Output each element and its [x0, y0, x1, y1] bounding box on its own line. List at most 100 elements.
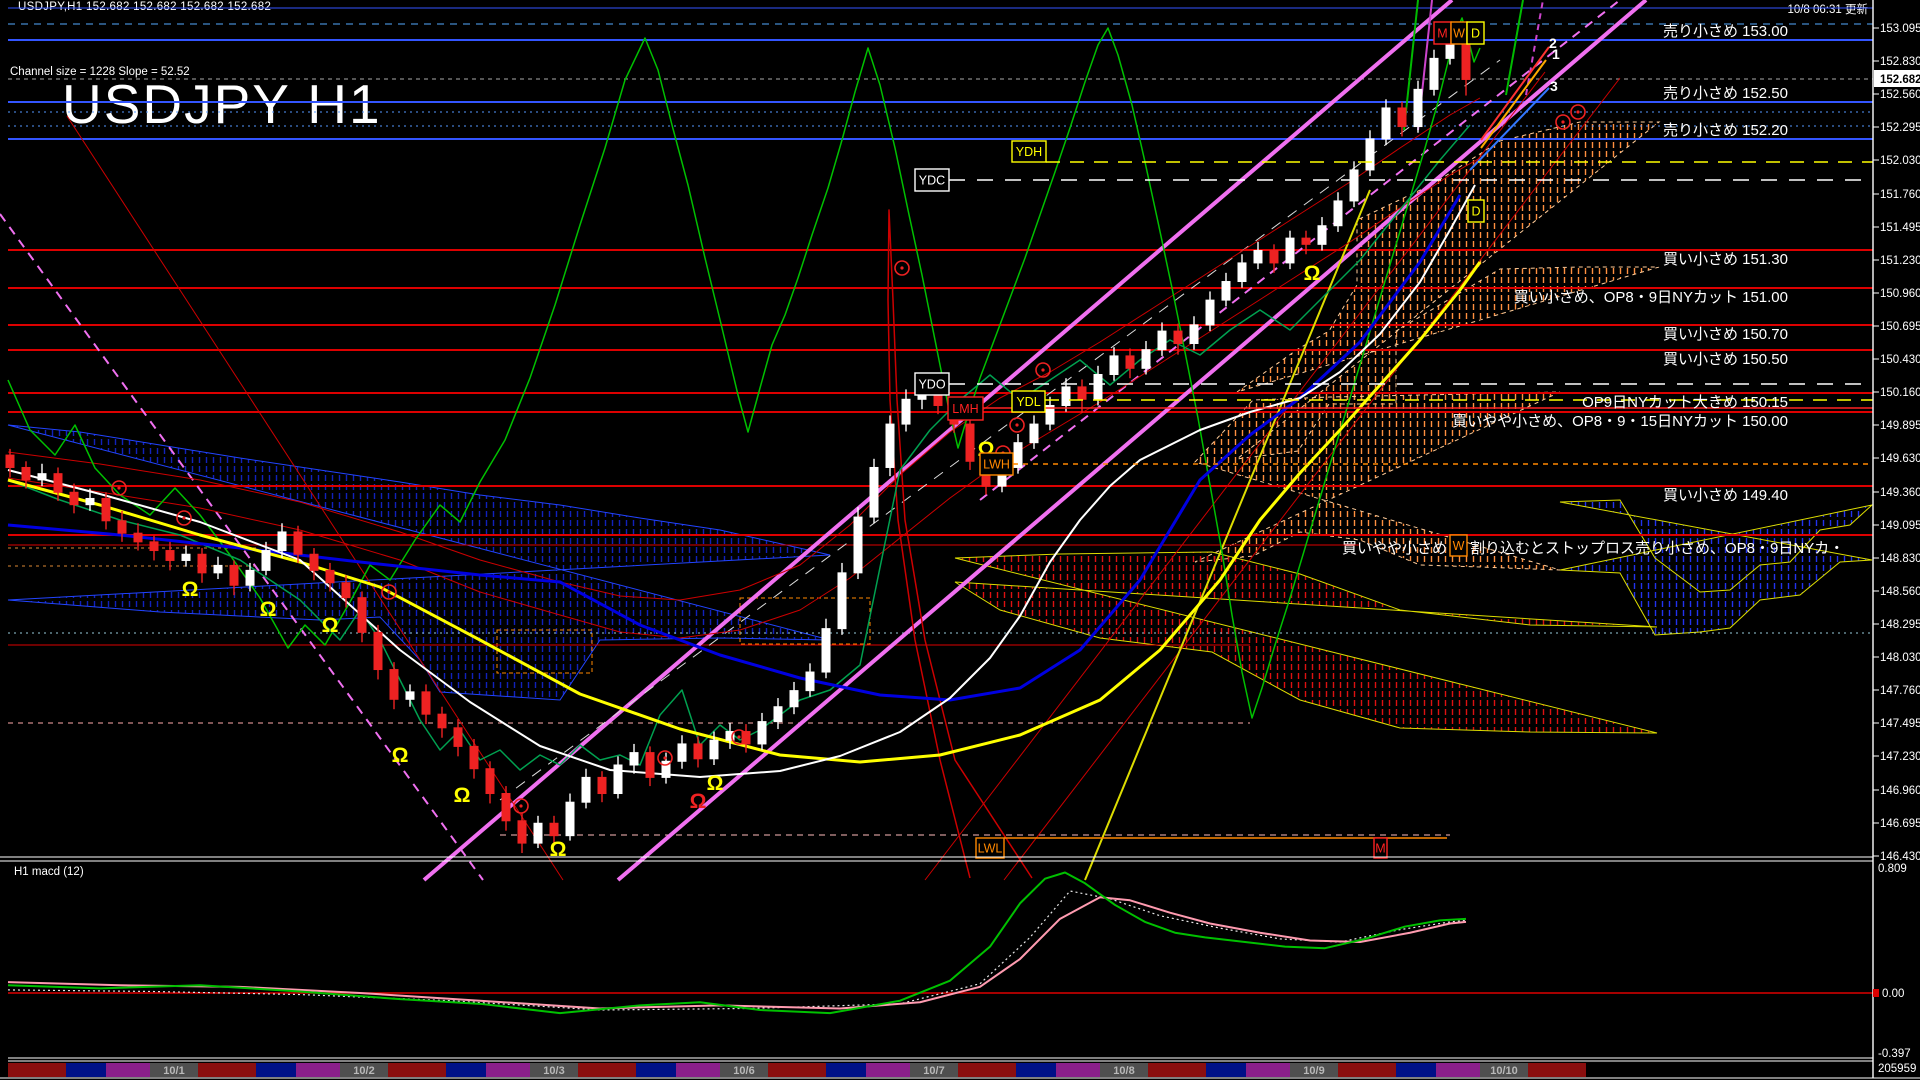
price-tick-label: 148.560	[1880, 586, 1920, 598]
candle-body	[822, 629, 830, 672]
circle-dot-icon	[1576, 110, 1579, 113]
level-annotation: 買い小さめ 150.70	[1663, 326, 1788, 343]
date-label: 10/6	[733, 1065, 754, 1077]
price-axis[interactable]: 0.8090.00-0.397205959153.095152.830152.5…	[1873, 0, 1920, 1078]
date-label: 10/8	[1113, 1065, 1134, 1077]
price-tick-label: 152.560	[1880, 89, 1920, 101]
circle-dot-icon	[387, 590, 390, 593]
session-segment	[446, 1063, 486, 1077]
candle-body	[422, 692, 430, 714]
candle	[438, 707, 446, 738]
omega-marker: Ω	[454, 784, 471, 807]
candle	[1046, 397, 1054, 430]
candle-body	[470, 746, 478, 768]
macd-max-label: 0.809	[1878, 863, 1907, 875]
candle-body	[214, 565, 222, 572]
candle	[966, 417, 974, 470]
price-label-box-w: W	[1450, 535, 1467, 556]
session-segment	[866, 1063, 910, 1077]
date-label: 10/9	[1303, 1065, 1324, 1077]
level-annotation: 買い小さめ 151.30	[1663, 251, 1788, 268]
session-segment	[296, 1063, 340, 1077]
label-box-text: LWL	[978, 842, 1003, 856]
level-annotation: 買い小さめ 150.50	[1663, 351, 1788, 368]
candle-body	[966, 424, 974, 461]
candle-body	[230, 565, 238, 585]
candle	[502, 786, 510, 831]
label-box-text: M	[1437, 27, 1447, 41]
label-box-text: LWH	[983, 458, 1010, 472]
circle-dot-icon	[1041, 368, 1044, 371]
candle	[1318, 217, 1326, 250]
fork-number-label: 3	[1550, 78, 1558, 94]
session-segment	[388, 1063, 446, 1077]
candle-body	[838, 573, 846, 629]
candle	[534, 816, 542, 848]
level-annotation: 売り小さめ 153.00	[1663, 23, 1788, 40]
level-annotation: 売り小さめ 152.50	[1663, 85, 1788, 102]
candle	[1398, 102, 1406, 137]
candle-body	[278, 532, 286, 551]
candle	[118, 511, 126, 542]
session-segment	[826, 1063, 866, 1077]
circle-dot-icon	[117, 486, 120, 489]
current-price-label: 152.682	[1880, 74, 1920, 86]
price-label-box-d: D	[1467, 22, 1484, 44]
candle-body	[630, 753, 638, 765]
omega-marker-red: Ω	[690, 790, 707, 813]
candle	[214, 557, 222, 579]
candle	[198, 548, 206, 583]
candle-body	[182, 554, 190, 560]
date-label: 10/1	[163, 1065, 184, 1077]
level-annotation: OP9日NYカット大きめ 150.15	[1582, 394, 1788, 411]
price-tick-label: 148.295	[1880, 619, 1920, 631]
price-tick-label: 151.495	[1880, 222, 1920, 234]
label-box-text: YDC	[919, 174, 945, 188]
date-label: 10/2	[353, 1065, 374, 1077]
candle-body	[806, 672, 814, 691]
label-box-text: YDO	[918, 378, 945, 392]
candle-body	[86, 498, 94, 504]
omega-marker: Ω	[182, 578, 199, 601]
circle-dot-icon	[737, 735, 740, 738]
chart-canvas[interactable]: 213ΩΩΩΩΩΩΩΩΩΩYDHYDCYDOLMHYDLLWHLWLMMWDDW…	[0, 0, 1920, 1080]
candle	[598, 771, 606, 802]
macd-signal-line	[8, 897, 1466, 1008]
candle-body	[550, 823, 558, 835]
candle-body	[582, 777, 590, 802]
candle-body	[518, 821, 526, 843]
candle	[694, 736, 702, 767]
candle-body	[326, 570, 334, 582]
candle-body	[566, 802, 574, 835]
label-box-text: W	[1453, 27, 1465, 41]
candle-body	[134, 533, 142, 542]
circle-dot-icon	[182, 516, 185, 519]
omega-marker: Ω	[260, 598, 277, 621]
candle-body	[886, 424, 894, 467]
candle-body	[1238, 263, 1246, 282]
level-annotation: 買い小さめ 149.40	[1663, 487, 1788, 504]
candle	[1142, 341, 1150, 374]
candle	[630, 744, 638, 774]
candle-body	[1430, 58, 1438, 89]
candle-body	[374, 632, 382, 669]
candle-body	[598, 777, 606, 793]
circle-dot-icon	[663, 756, 666, 759]
label-box-text: D	[1471, 27, 1480, 41]
candle-body	[1030, 424, 1038, 443]
candle-body	[198, 554, 206, 573]
candle-body	[1206, 300, 1214, 325]
price-tick-label: 149.095	[1880, 520, 1920, 532]
candle-body	[1286, 238, 1294, 263]
candle-body	[1254, 251, 1262, 263]
candle-body	[614, 765, 622, 794]
price-tick-label: 150.695	[1880, 321, 1920, 333]
candle-body	[646, 753, 654, 778]
price-label-box-m: M	[1374, 838, 1387, 858]
price-tick-label: 148.830	[1880, 553, 1920, 565]
circle-dot-icon	[1015, 423, 1018, 426]
macd-min-label: -0.397	[1878, 1048, 1911, 1060]
candle	[358, 591, 366, 642]
candle	[374, 625, 382, 680]
candle-body	[1382, 108, 1390, 139]
